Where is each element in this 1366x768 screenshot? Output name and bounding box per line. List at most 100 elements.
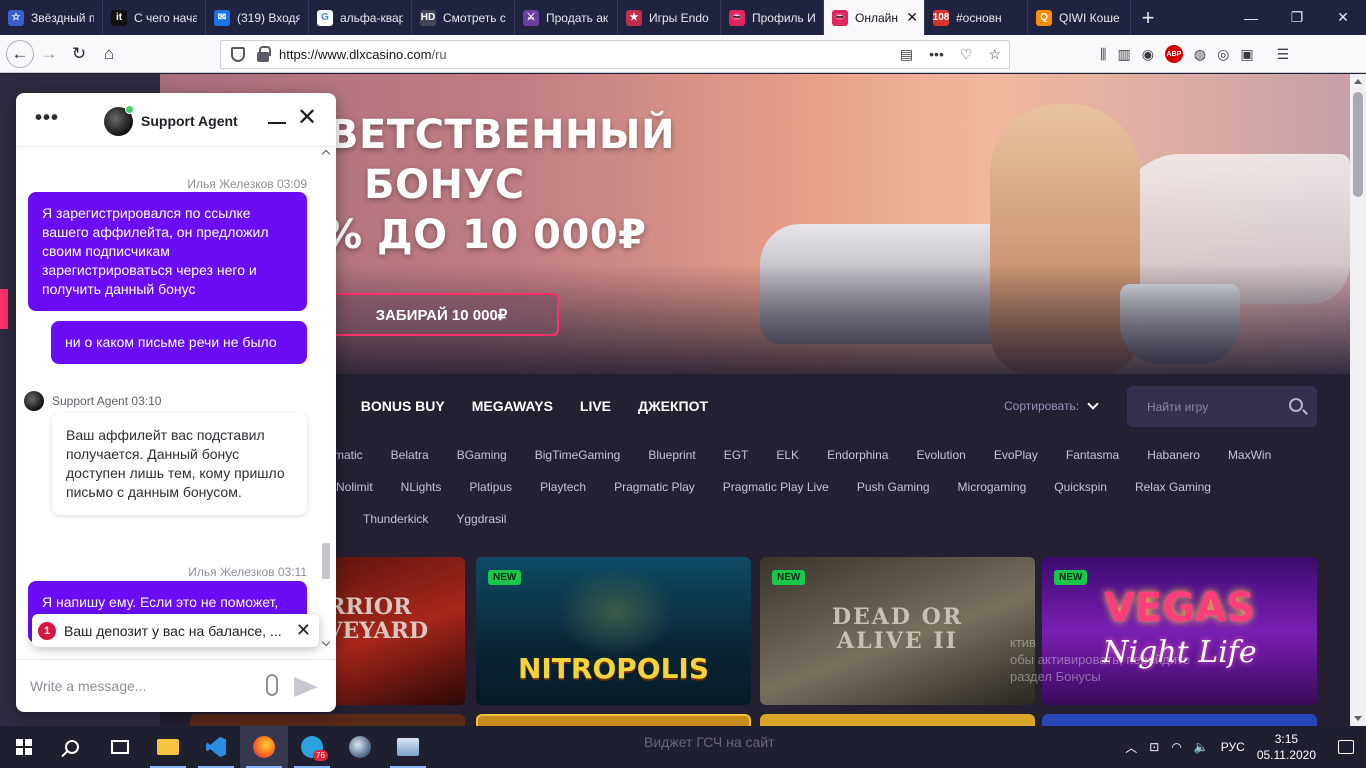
vpn-globe-icon[interactable]: ◍ <box>1194 46 1206 63</box>
search-icon[interactable] <box>1289 398 1303 412</box>
chevron-up-icon[interactable] <box>321 149 331 159</box>
language-indicator[interactable]: РУС <box>1221 740 1245 754</box>
category-live[interactable]: LIVE <box>580 398 611 414</box>
chevron-down-icon[interactable] <box>321 637 331 647</box>
firefox-button[interactable] <box>240 726 288 768</box>
provider-filter-link[interactable]: Fantasma <box>1066 448 1119 462</box>
taskbar-search[interactable] <box>48 726 96 768</box>
browser-tab[interactable]: HD Смотреть с <box>412 0 515 35</box>
library-icon[interactable]: ⫼ <box>1100 46 1106 63</box>
chat-options-icon[interactable]: ••• <box>35 107 59 130</box>
sidebar-icon[interactable]: ▥ <box>1117 46 1130 63</box>
provider-filter-link[interactable]: Nolimit <box>336 480 373 494</box>
notification-center-icon[interactable] <box>1338 740 1354 754</box>
provider-filter-link[interactable]: Playtech <box>540 480 586 494</box>
back-arrow-icon[interactable]: ← <box>6 39 34 68</box>
provider-filter-link[interactable]: Endorphina <box>827 448 888 462</box>
extension-puzzle-icon[interactable]: ▣ <box>1240 46 1253 63</box>
browser-tab[interactable]: Q QIWI Коше <box>1028 0 1131 35</box>
notification-toast[interactable]: 1 Ваш депозит у вас на балансе, ... ✕ <box>32 614 319 647</box>
game-tile[interactable] <box>1042 714 1317 726</box>
reload-icon[interactable]: ↻ <box>64 39 94 69</box>
telegram-button[interactable]: 76 <box>288 726 336 768</box>
close-icon[interactable]: ✕ <box>297 106 317 130</box>
category-megaways[interactable]: MEGAWAYS <box>472 398 553 414</box>
game-tile[interactable]: NEW DEAD OR ALIVE II <box>760 557 1035 705</box>
paperclip-icon[interactable] <box>266 674 278 696</box>
app-button[interactable] <box>384 726 432 768</box>
adblock-icon[interactable]: ABP <box>1164 45 1183 63</box>
browser-tab[interactable]: ☆ Звёздный п <box>0 0 103 35</box>
page-actions-icon[interactable]: ••• <box>929 46 944 63</box>
provider-filter-link[interactable]: Relax Gaming <box>1135 480 1211 494</box>
reader-view-icon[interactable]: ▤ <box>900 46 913 63</box>
steam-button[interactable] <box>336 726 384 768</box>
browser-tab[interactable]: Gальфа-квар <box>309 0 412 35</box>
task-view-button[interactable] <box>96 726 144 768</box>
window-close-button[interactable]: ✕ <box>1320 0 1366 35</box>
send-icon[interactable] <box>294 677 318 697</box>
provider-filter-link[interactable]: ELK <box>776 448 799 462</box>
game-search-input[interactable]: Найти игру <box>1127 386 1317 427</box>
provider-filter-link[interactable]: EGT <box>724 448 749 462</box>
provider-filter-link[interactable]: Platipus <box>469 480 512 494</box>
browser-tab[interactable]: ★ Игры Endo <box>618 0 721 35</box>
category-bonus-buy[interactable]: BONUS BUY <box>361 398 445 414</box>
provider-filter-link[interactable]: Thunderkick <box>363 512 428 526</box>
game-tile[interactable] <box>476 714 751 726</box>
provider-filter-link[interactable]: Quickspin <box>1054 480 1107 494</box>
start-button[interactable] <box>0 726 48 768</box>
provider-filter-link[interactable]: MaxWin <box>1228 448 1271 462</box>
sort-dropdown[interactable]: Сортировать: <box>1004 398 1099 413</box>
volume-icon[interactable]: 🔈 <box>1194 740 1209 754</box>
chat-scrollbar[interactable] <box>320 148 332 651</box>
file-explorer-button[interactable] <box>144 726 192 768</box>
provider-filter-link[interactable]: Pragmatic Play <box>614 480 695 494</box>
browser-tab[interactable]: it С чего нача <box>103 0 206 35</box>
tray-expand-icon[interactable]: ︿ <box>1125 739 1137 756</box>
close-icon[interactable]: ✕ <box>296 620 311 641</box>
clock[interactable]: 3:15 05.11.2020 <box>1257 731 1316 763</box>
window-minimize-button[interactable]: — <box>1228 0 1274 35</box>
network-icon[interactable]: ⊡ <box>1149 740 1159 754</box>
provider-filter-link[interactable]: NLights <box>401 480 442 494</box>
chat-messages[interactable]: Илья Железков 03:09 Я зарегистрировался … <box>16 148 336 651</box>
browser-tab[interactable]: ⚔ Продать ак <box>515 0 618 35</box>
browser-tab[interactable]: 👄 Онлайн ✕ <box>824 0 925 35</box>
bookmark-star-icon[interactable]: ☆ <box>988 46 1001 63</box>
provider-filter-link[interactable]: Habanero <box>1147 448 1200 462</box>
provider-filter-link[interactable]: EvoPlay <box>994 448 1038 462</box>
close-tab-icon[interactable]: ✕ <box>906 9 918 26</box>
scroll-down-arrow[interactable] <box>1354 716 1362 721</box>
game-tile[interactable] <box>760 714 1035 726</box>
provider-filter-link[interactable]: BGaming <box>457 448 507 462</box>
account-icon[interactable]: ◉ <box>1142 46 1154 63</box>
scroll-thumb[interactable] <box>1353 92 1363 197</box>
claim-bonus-button[interactable]: ЗАБИРАЙ 10 000₽ <box>324 293 559 336</box>
provider-filter-link[interactable]: Blueprint <box>648 448 695 462</box>
game-tile[interactable]: NEW NITROPOLIS <box>476 557 751 705</box>
provider-filter-link[interactable]: Yggdrasil <box>456 512 506 526</box>
window-restore-button[interactable]: ❐ <box>1274 0 1320 35</box>
message-input[interactable]: Write a message... <box>16 659 336 712</box>
provider-filter-link[interactable]: Evolution <box>916 448 965 462</box>
provider-filter-link[interactable]: Belatra <box>391 448 429 462</box>
provider-filter-link[interactable]: BigTimeGaming <box>535 448 621 462</box>
page-scrollbar[interactable] <box>1350 74 1366 726</box>
vscode-button[interactable] <box>192 726 240 768</box>
address-bar[interactable]: https://www.dlxcasino.com /ru ▤ ••• ♡ ☆ <box>220 40 1010 69</box>
browser-tab[interactable]: ✉ (319) Входя <box>206 0 309 35</box>
game-tile[interactable] <box>190 714 465 726</box>
extension-icon[interactable]: ◎ <box>1217 46 1229 63</box>
home-icon[interactable]: ⌂ <box>94 39 124 69</box>
minimize-icon[interactable] <box>268 122 286 124</box>
provider-filter-link[interactable]: Microgaming <box>958 480 1027 494</box>
category-jackpot[interactable]: ДЖЕКПОТ <box>638 398 708 414</box>
wifi-icon[interactable]: ◠ <box>1171 740 1181 754</box>
scroll-up-arrow[interactable] <box>1354 79 1362 84</box>
tracking-shield-icon[interactable] <box>231 47 245 62</box>
chat-scroll-thumb[interactable] <box>322 543 330 579</box>
browser-tab[interactable]: 108 #основн <box>925 0 1028 35</box>
forward-arrow-icon[interactable]: → <box>34 39 64 69</box>
provider-filter-link[interactable]: Push Gaming <box>857 480 930 494</box>
